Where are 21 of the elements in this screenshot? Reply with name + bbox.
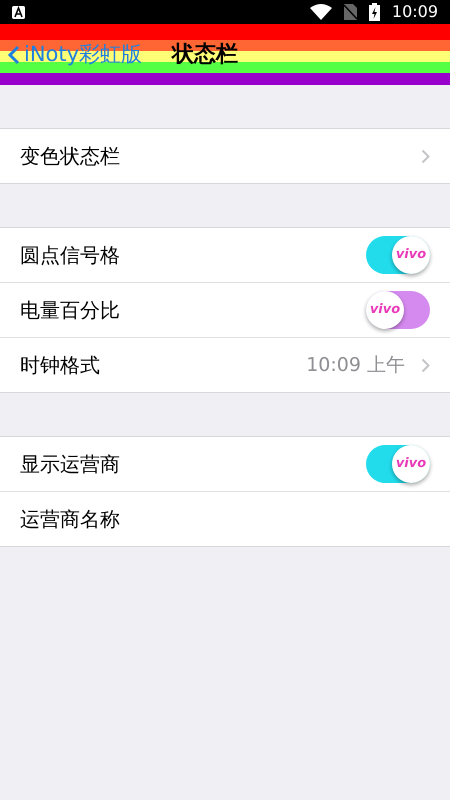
switch-thumb: vivo: [392, 445, 430, 483]
status-time: 10:09: [392, 1, 438, 23]
setting-label: 电量百分比: [20, 297, 120, 324]
back-chevron-icon: [8, 44, 20, 64]
toggle-switch[interactable]: vivo: [366, 291, 430, 329]
switch-thumb: vivo: [366, 291, 404, 329]
chevron-icon: [421, 148, 430, 164]
setting-label: 显示运营商: [20, 451, 120, 478]
notification-icon: [12, 6, 25, 18]
setting-label: 圆点信号格: [20, 242, 120, 269]
toggle-switch[interactable]: vivo: [366, 236, 430, 274]
setting-value: 10:09 上午: [306, 352, 405, 378]
setting-label: 时钟格式: [20, 352, 100, 379]
battery-icon: [368, 3, 380, 21]
chevron-icon: [421, 358, 430, 372]
toggle-switch[interactable]: vivo: [366, 445, 430, 483]
wifi-icon: [310, 4, 332, 20]
no-sim-icon: [344, 4, 357, 20]
switch-thumb: vivo: [392, 236, 430, 274]
setting-label: 变色状态栏: [20, 143, 120, 170]
setting-label: 运营商名称: [20, 506, 120, 533]
